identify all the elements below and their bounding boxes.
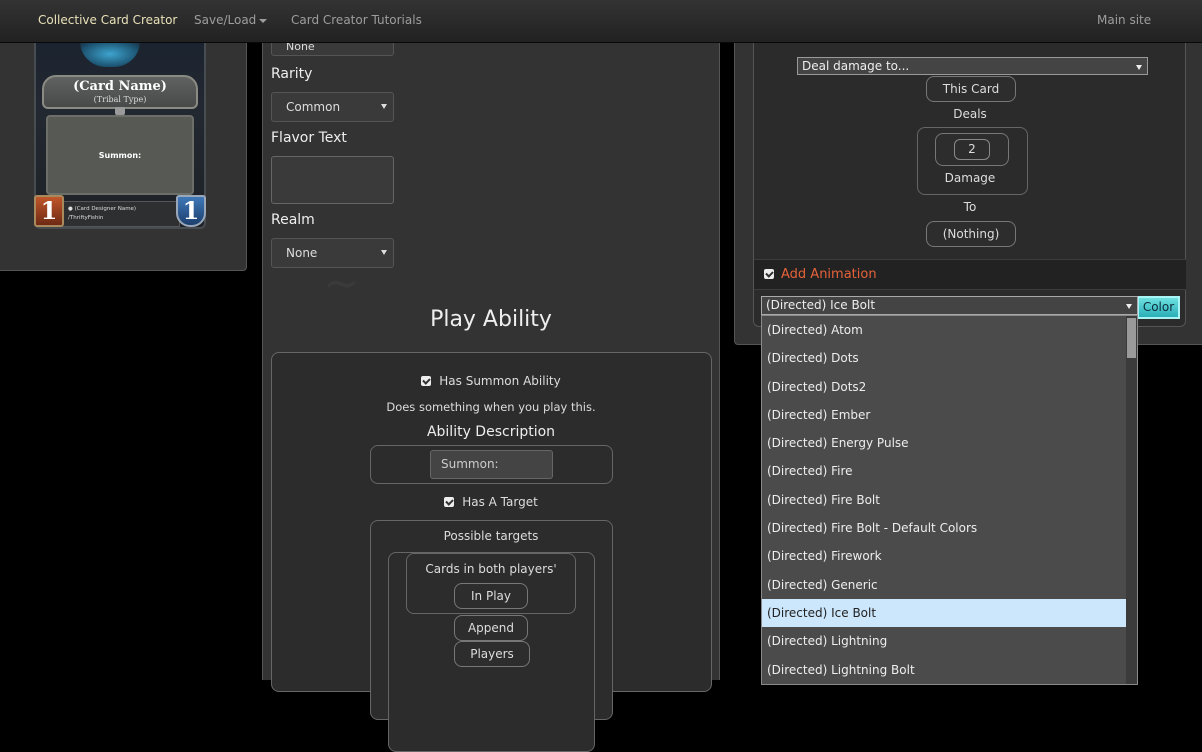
add-animation-label[interactable]: Add Animation [781, 267, 877, 282]
ability-description-label: Ability Description [426, 424, 556, 440]
chevron-down-icon [1126, 304, 1132, 309]
players-button[interactable]: Players [454, 641, 530, 667]
card-name: (Card Name) [73, 79, 167, 94]
health-stat: 1 [176, 195, 206, 227]
has-target-checkbox[interactable] [444, 497, 455, 507]
has-summon-label: Has Summon Ability [439, 374, 561, 388]
deals-label: Deals [953, 107, 987, 121]
add-animation-row: Add Animation [754, 259, 1186, 290]
rarity-select[interactable]: Common [271, 92, 394, 122]
animation-option[interactable]: (Directed) Dots [762, 344, 1137, 372]
card-credits: ● (Card Designer Name) ∕ThriftyFishin [68, 205, 136, 223]
chevron-down-icon [1136, 65, 1142, 70]
effect-editor: Deal damage to... This Card Deals 2 Dama… [753, 40, 1186, 327]
card-tribe: (Tribal Type) [93, 95, 147, 104]
to-label: To [963, 200, 977, 214]
has-target-row[interactable]: Has A Target [263, 495, 719, 509]
card-text: Summon: [98, 151, 142, 160]
card-artist-name: ThriftyFishin [69, 215, 104, 221]
save-load-menu[interactable]: Save/Load [194, 13, 268, 27]
animation-option[interactable]: (Directed) Ice Bolt [762, 598, 1137, 628]
animation-option[interactable]: (Directed) Fire Bolt [762, 486, 1137, 514]
effect-type-select[interactable]: Deal damage to... [797, 57, 1148, 75]
damage-amount-box: 2 [935, 133, 1009, 166]
rarity-gem-icon [115, 107, 125, 115]
animation-option[interactable]: (Directed) Fire Bolt - Default Colors [762, 514, 1137, 542]
realm-value: None [286, 246, 318, 260]
flavor-text-input[interactable] [271, 156, 394, 204]
damage-amount-input[interactable]: 2 [954, 139, 990, 160]
cards-in-both-label: Cards in both players' [425, 562, 557, 576]
rarity-value: Common [286, 100, 341, 114]
ability-description-input[interactable]: Summon: [430, 450, 553, 479]
chevron-down-icon [381, 104, 387, 109]
main-site-link[interactable]: Main site [1097, 13, 1151, 27]
animation-option[interactable]: (Directed) Energy Pulse [762, 429, 1137, 457]
realm-select[interactable]: None [271, 238, 394, 268]
scrollbar-thumb[interactable] [1127, 318, 1136, 358]
animation-select[interactable]: (Directed) Ice Bolt [761, 296, 1138, 315]
rarity-label: Rarity [271, 66, 313, 82]
possible-targets-label: Possible targets [443, 529, 539, 543]
dropdown-scrollbar[interactable] [1126, 316, 1137, 684]
animation-option[interactable]: (Directed) Ember [762, 401, 1137, 429]
card-designer-name: (Card Designer Name) [74, 206, 137, 212]
animation-option[interactable]: (Directed) Firework [762, 542, 1137, 570]
flavor-text-label: Flavor Text [271, 130, 347, 146]
animation-option[interactable]: (Directed) Generic [762, 571, 1137, 599]
card-designer: ● (Card Designer Name) [68, 206, 137, 212]
animation-dropdown-list[interactable]: (Directed) Atom (Directed) Dots (Directed)… [761, 315, 1138, 685]
this-card-button[interactable]: This Card [926, 76, 1016, 102]
tutorials-link[interactable]: Card Creator Tutorials [291, 13, 422, 27]
animation-option[interactable]: (Directed) Lightning [762, 627, 1137, 655]
chevron-down-icon [381, 250, 387, 255]
color-button[interactable]: Color [1137, 296, 1180, 319]
damage-label: Damage [944, 171, 996, 185]
animation-option[interactable]: (Directed) Lightning Bolt [762, 656, 1137, 684]
animation-select-value: (Directed) Ice Bolt [766, 298, 876, 312]
has-summon-row[interactable]: Has Summon Ability [263, 374, 719, 388]
caret-down-icon [259, 18, 268, 23]
top-navbar: Collective Card Creator Save/Load Card C… [0, 0, 1202, 43]
has-target-label: Has A Target [462, 495, 538, 509]
card-preview-panel: (Card Name) (Tribal Type) Summon: ● (Car… [0, 40, 247, 271]
summon-description: Does something when you play this. [386, 400, 596, 414]
card-editor-panel: ~ None Rarity Common Flavor Text Realm N… [262, 28, 720, 752]
in-play-button[interactable]: In Play [454, 583, 528, 609]
play-ability-heading: Play Ability [430, 307, 552, 332]
realm-label: Realm [271, 212, 315, 228]
save-load-label: Save/Load [194, 13, 257, 27]
animation-option[interactable]: (Directed) Dots2 [762, 373, 1137, 401]
append-button[interactable]: Append [454, 615, 528, 641]
card-artist: ∕ThriftyFishin [68, 215, 104, 221]
card-preview: (Card Name) (Tribal Type) Summon: ● (Car… [34, 41, 206, 229]
animation-option[interactable]: (Directed) Fire [762, 457, 1137, 485]
brand-link[interactable]: Collective Card Creator [38, 13, 177, 27]
animation-option[interactable]: (Directed) Atom [762, 316, 1137, 344]
has-summon-checkbox[interactable] [421, 376, 432, 386]
effect-type-value: Deal damage to... [802, 59, 910, 73]
attack-stat: 1 [34, 195, 64, 227]
target-nothing-button[interactable]: (Nothing) [926, 221, 1016, 247]
add-animation-checkbox[interactable] [764, 269, 774, 279]
